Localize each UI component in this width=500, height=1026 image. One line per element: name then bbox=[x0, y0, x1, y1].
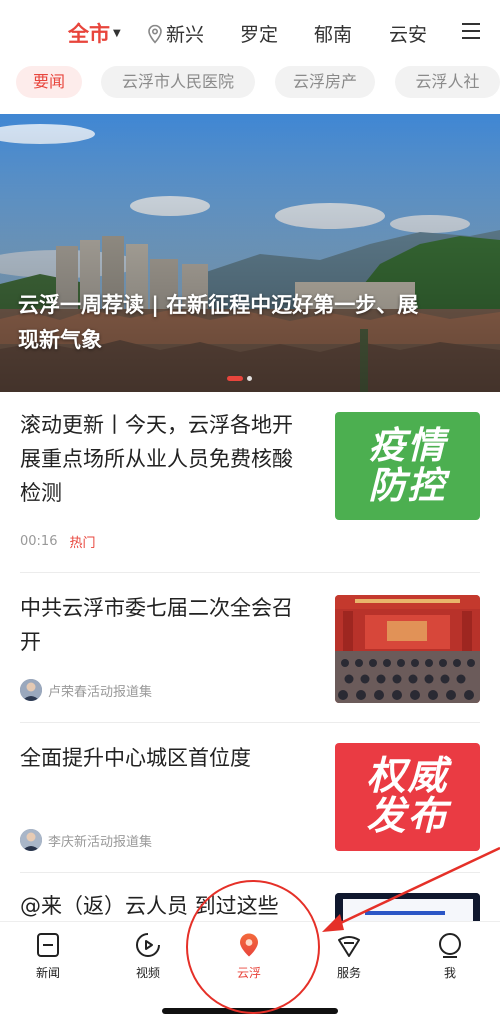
avatar bbox=[20, 829, 42, 851]
banner-title[interactable]: 云浮一周荐读 | 在新征程中迈好第一步、展现新气象 bbox=[18, 288, 438, 358]
news-time: 00:16 bbox=[20, 534, 58, 549]
service-icon bbox=[338, 936, 360, 957]
city-bar: 全市 ▼ 新兴 罗定 郁南 云安 bbox=[0, 0, 500, 68]
thumbnail-caption: 疫情 防控 bbox=[335, 412, 480, 520]
thumbnail-line: 权威 bbox=[366, 754, 449, 799]
news-item[interactable]: 中共云浮市委七届二次全会召开 卢荣春活动报道集 bbox=[0, 573, 500, 723]
carousel-indicator bbox=[227, 376, 252, 381]
chip-hospital[interactable]: 云浮市人民医院 bbox=[101, 66, 255, 98]
news-item[interactable]: 全面提升中心城区首位度 李庆新活动报道集 权威 发布 bbox=[0, 723, 500, 873]
news-thumbnail[interactable] bbox=[335, 595, 480, 703]
city-tab-xinxing[interactable]: 新兴 bbox=[147, 20, 204, 47]
news-thumbnail[interactable]: 疫情 防控 bbox=[335, 412, 480, 520]
city-tab-label: 郁南 bbox=[314, 24, 353, 46]
tab-service[interactable]: 服务 bbox=[319, 932, 379, 981]
news-source: 李庆新活动报道集 bbox=[48, 834, 153, 850]
city-tab-yunan[interactable]: 郁南 bbox=[314, 20, 352, 47]
news-title[interactable]: 滚动更新丨今天，云浮各地开展重点场所从业人员免费核酸检测 bbox=[20, 408, 310, 510]
menu-icon[interactable] bbox=[460, 20, 482, 42]
chip-yaowen[interactable]: 要闻 bbox=[16, 66, 82, 98]
thumbnail-line: 疫情 bbox=[368, 424, 447, 467]
location-pin-icon bbox=[148, 24, 162, 44]
annotation-circle bbox=[186, 880, 320, 1014]
news-meta: 00:16 热门 bbox=[20, 532, 95, 551]
tab-video[interactable]: 视频 bbox=[118, 932, 178, 981]
banner-carousel[interactable]: 云浮一周荐读 | 在新征程中迈好第一步、展现新气象 bbox=[0, 114, 500, 392]
city-tab-label: 云安 bbox=[389, 24, 428, 46]
tab-label: 服务 bbox=[336, 966, 361, 980]
city-tab-label: 新兴 bbox=[166, 24, 205, 46]
news-thumbnail[interactable]: 权威 发布 bbox=[335, 743, 480, 851]
carousel-dot bbox=[247, 376, 252, 381]
carousel-dot-active bbox=[227, 376, 243, 381]
chip-hr[interactable]: 云浮人社 bbox=[395, 66, 500, 98]
city-tab-luoding[interactable]: 罗定 bbox=[240, 20, 278, 47]
city-tab-label: 罗定 bbox=[240, 24, 279, 46]
tab-label: 视频 bbox=[135, 966, 160, 980]
news-meta: 卢荣春活动报道集 bbox=[20, 679, 152, 701]
news-thumbnail[interactable] bbox=[335, 893, 480, 921]
video-icon bbox=[136, 933, 160, 957]
news-meta: 李庆新活动报道集 bbox=[20, 829, 152, 851]
thumbnail-caption: 权威 发布 bbox=[335, 743, 480, 851]
city-selector-label: 全市 bbox=[68, 22, 110, 46]
avatar bbox=[20, 679, 42, 701]
thumbnail-line: 防控 bbox=[368, 464, 447, 507]
chip-housing[interactable]: 云浮房产 bbox=[275, 66, 375, 98]
profile-icon bbox=[439, 933, 461, 958]
thumbnail-image bbox=[335, 893, 480, 921]
news-item[interactable]: 滚动更新丨今天，云浮各地开展重点场所从业人员免费核酸检测 00:16 热门 疫情… bbox=[0, 392, 500, 572]
channel-chips: 要闻 云浮市人民医院 云浮房产 云浮人社 bbox=[0, 66, 500, 100]
tab-label: 新闻 bbox=[35, 966, 60, 980]
news-title[interactable]: 中共云浮市委七届二次全会召开 bbox=[20, 591, 310, 659]
tab-news[interactable]: 新闻 bbox=[18, 932, 78, 981]
conference-photo bbox=[335, 595, 480, 703]
news-icon bbox=[37, 933, 59, 957]
hot-tag: 热门 bbox=[69, 536, 96, 551]
city-tab-yunan-district[interactable]: 云安 bbox=[389, 20, 427, 47]
city-selector[interactable]: 全市 ▼ bbox=[68, 18, 121, 48]
thumbnail-line: 发布 bbox=[366, 794, 449, 839]
news-source: 卢荣春活动报道集 bbox=[48, 684, 153, 700]
news-title[interactable]: 全面提升中心城区首位度 bbox=[20, 741, 310, 775]
tab-profile[interactable]: 我 bbox=[420, 932, 480, 981]
caret-down-icon: ▼ bbox=[113, 27, 121, 39]
tab-label: 我 bbox=[443, 966, 456, 980]
